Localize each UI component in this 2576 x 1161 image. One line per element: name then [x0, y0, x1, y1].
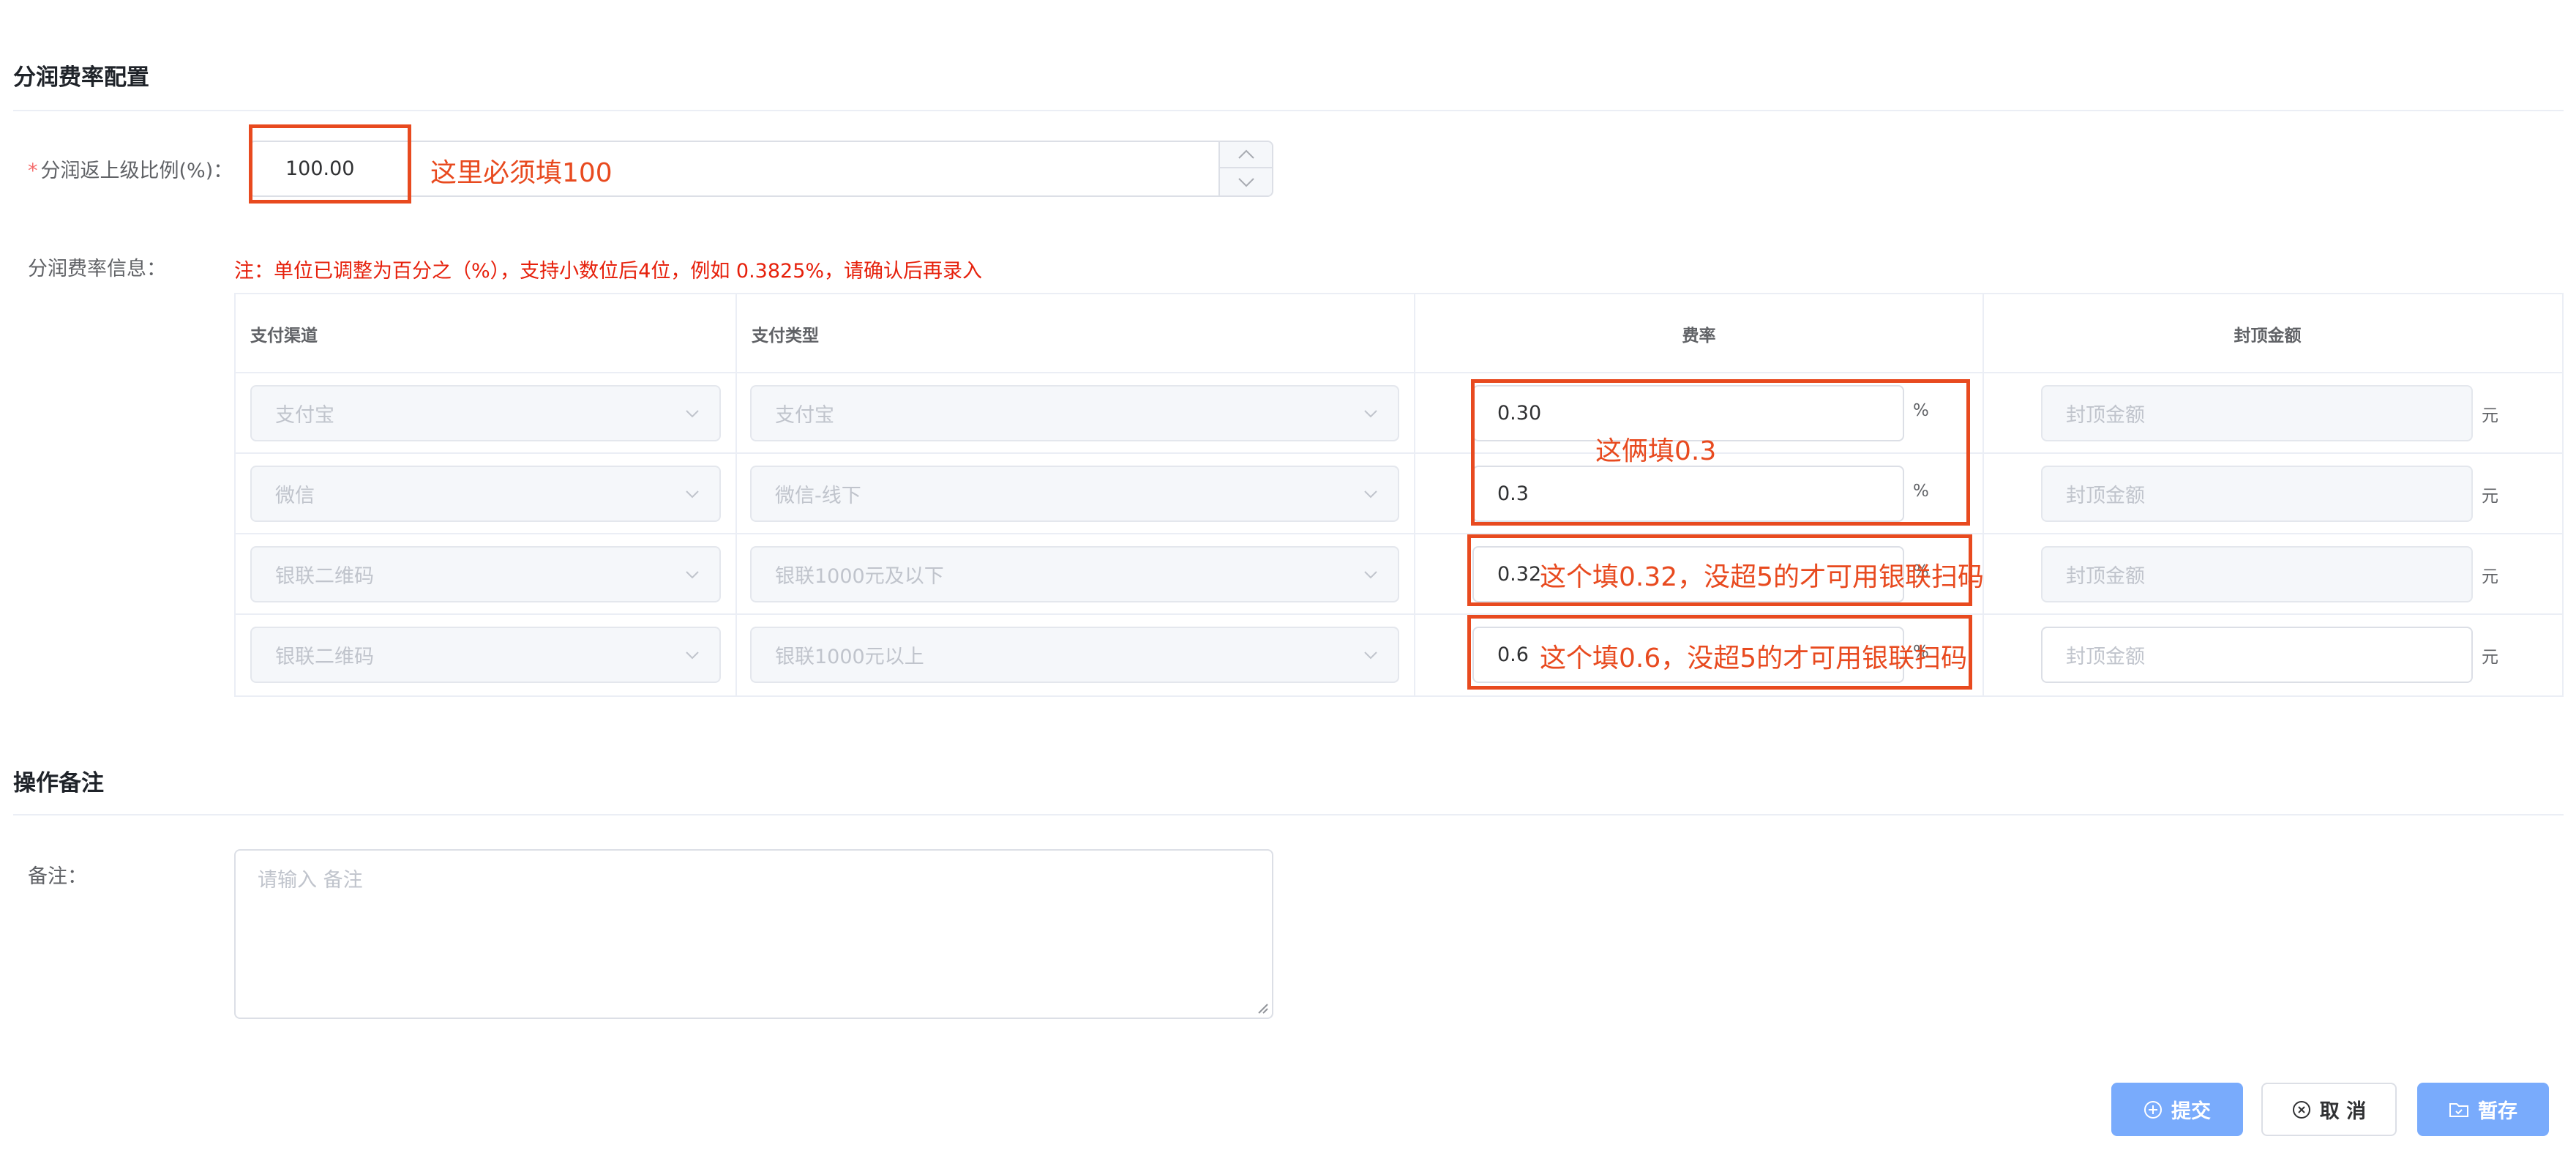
cap-input[interactable]: 封顶金额: [2041, 627, 2473, 683]
annotation-row3: 这个填0.32，没超5的才可用银联扫码: [1540, 562, 1985, 592]
channel-select[interactable]: 支付宝: [250, 385, 721, 441]
resize-handle-icon[interactable]: [1256, 1001, 1269, 1015]
chevron-down-icon: [1364, 571, 1377, 579]
annotation-rows12: 这俩填0.3: [1595, 436, 1717, 466]
remark-label: 备注：: [28, 865, 87, 888]
section-title-remark: 操作备注: [13, 770, 104, 796]
cap-unit: 元: [2482, 487, 2498, 506]
chevron-down-icon: [1364, 652, 1377, 660]
type-value: 银联1000元以上: [775, 646, 924, 668]
chevron-down-icon: [686, 490, 699, 499]
chevron-down-icon: [1364, 490, 1377, 499]
section-title-fee-config: 分润费率配置: [13, 64, 149, 91]
chevron-down-icon: [1238, 178, 1254, 187]
fee-info-label: 分润费率信息：: [28, 258, 166, 280]
channel-select[interactable]: 银联二维码: [250, 546, 721, 602]
increase-button[interactable]: [1220, 142, 1272, 168]
annotation-ratio: 这里必须填100: [430, 158, 613, 188]
chevron-down-icon: [1364, 410, 1377, 418]
cap-input[interactable]: 封顶金额: [2041, 385, 2473, 441]
fee-rate-table: 支付渠道 支付类型 费率 封顶金额 支付宝 支付宝 0.30 % 封顶金额 元 …: [234, 293, 2564, 697]
header-cap: 封顶金额: [2234, 326, 2302, 346]
chevron-down-icon: [686, 652, 699, 660]
annotation-row4: 这个填0.6，没超5的才可用银联扫码: [1540, 643, 1968, 673]
row-divider: [236, 533, 2562, 534]
folder-icon: [2449, 1102, 2468, 1117]
save-draft-button[interactable]: 暂存: [2417, 1083, 2549, 1136]
annotation-box-ratio: [249, 124, 411, 204]
type-select[interactable]: 支付宝: [750, 385, 1399, 441]
section-divider: [13, 814, 2564, 815]
cancel-button[interactable]: 取 消: [2261, 1083, 2397, 1136]
required-mark: *: [28, 160, 38, 182]
chevron-up-icon: [1238, 149, 1254, 159]
type-value: 银联1000元及以下: [775, 565, 944, 588]
plus-circle-icon: [2144, 1100, 2162, 1119]
remark-textarea[interactable]: 请输入 备注: [234, 849, 1273, 1019]
header-rate: 费率: [1682, 326, 1716, 346]
channel-value: 微信: [275, 485, 315, 507]
submit-button[interactable]: 提交: [2111, 1083, 2243, 1136]
channel-value: 支付宝: [275, 404, 334, 427]
header-channel: 支付渠道: [250, 326, 318, 346]
decrease-button[interactable]: [1220, 169, 1272, 195]
type-value: 支付宝: [775, 404, 834, 427]
ratio-stepper: [1218, 142, 1272, 195]
type-select[interactable]: 微信-线下: [750, 466, 1399, 522]
section-divider: [13, 110, 2564, 111]
cap-input[interactable]: 封顶金额: [2041, 546, 2473, 602]
cap-unit: 元: [2482, 567, 2498, 586]
cancel-label: 取 消: [2319, 1100, 2367, 1123]
channel-select[interactable]: 微信: [250, 466, 721, 522]
close-circle-icon: [2292, 1100, 2310, 1119]
channel-value: 银联二维码: [275, 646, 374, 668]
type-value: 微信-线下: [775, 485, 861, 507]
col-divider: [735, 294, 737, 695]
fee-info-note: 注：单位已调整为百分之（%），支持小数位后4位，例如 0.3825%，请确认后再…: [234, 260, 983, 283]
ratio-label: * 分润返上级比例(%)：: [28, 154, 233, 183]
row-divider: [236, 452, 2562, 454]
annotation-box-rows12: [1471, 379, 1970, 526]
cap-unit: 元: [2482, 648, 2498, 667]
type-select[interactable]: 银联1000元及以下: [750, 546, 1399, 602]
chevron-down-icon: [686, 410, 699, 418]
chevron-down-icon: [686, 571, 699, 579]
ratio-label-text: 分润返上级比例(%)：: [40, 160, 233, 182]
remark-placeholder: 请输入 备注: [258, 869, 363, 892]
type-select[interactable]: 银联1000元以上: [750, 627, 1399, 683]
cap-unit: 元: [2482, 406, 2498, 425]
row-divider: [236, 613, 2562, 615]
header-type: 支付类型: [752, 326, 819, 346]
save-label: 暂存: [2478, 1100, 2517, 1123]
submit-label: 提交: [2171, 1100, 2211, 1123]
channel-value: 银联二维码: [275, 565, 374, 588]
cap-input[interactable]: 封顶金额: [2041, 466, 2473, 522]
channel-select[interactable]: 银联二维码: [250, 627, 721, 683]
